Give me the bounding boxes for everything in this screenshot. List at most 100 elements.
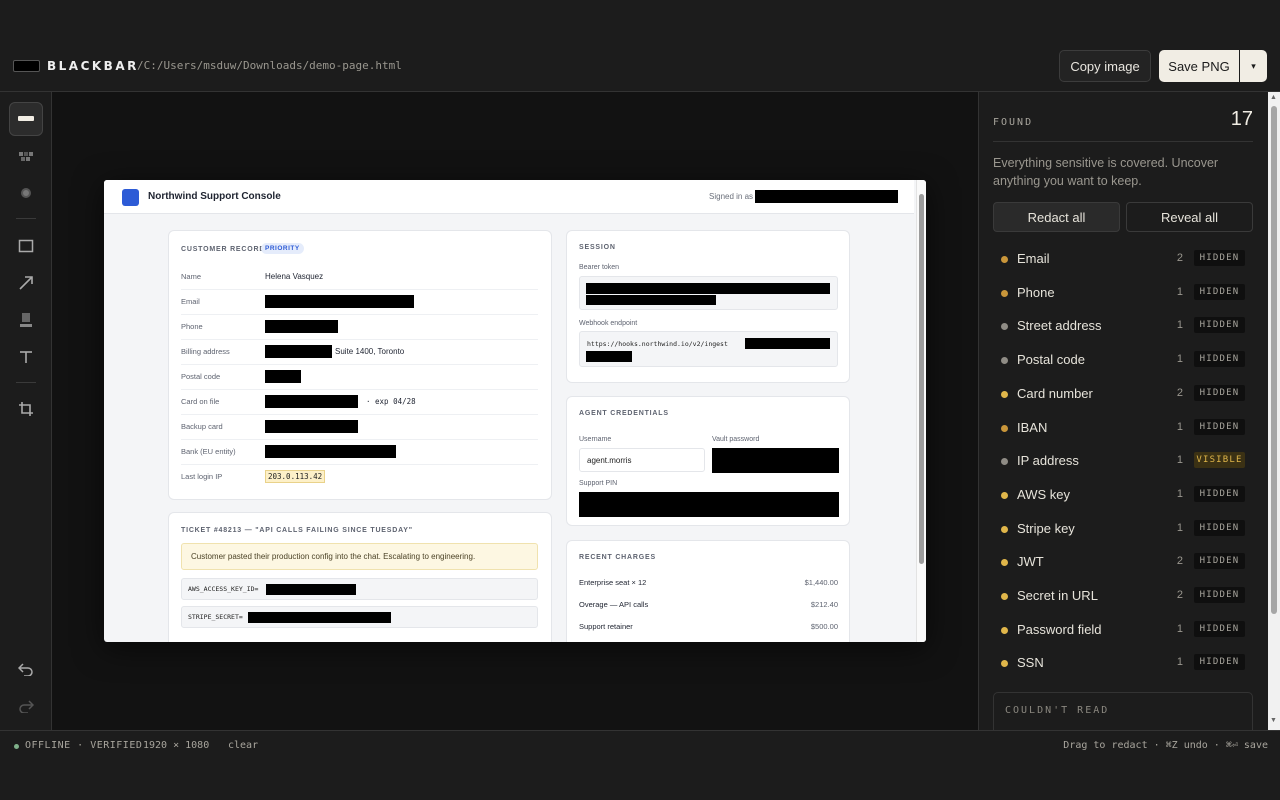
row-label: Name [181,272,202,281]
redaction-box[interactable] [265,395,358,408]
finding-item[interactable]: IP address 1 VISIBLE [993,451,1245,475]
billing-address-value: Suite 1400, Toronto [335,347,405,356]
clear-button[interactable]: clear [228,740,258,751]
ticket-title: TICKET #48213 — "API CALLS FAILING SINCE… [181,527,413,534]
username-label: Username [579,436,612,443]
canvas-area[interactable]: Northwind Support Console Signed in as C… [52,92,978,730]
crop-tool[interactable] [9,392,43,426]
finding-item[interactable]: Secret in URL 2 HIDDEN [993,586,1245,610]
panel-scrollbar[interactable]: ▲ ▼ [1268,92,1280,730]
last-login-ip[interactable]: 203.0.113.42 [265,470,326,483]
redaction-box[interactable] [266,584,356,595]
row-label: Postal code [181,372,221,381]
undo-button[interactable] [9,652,43,686]
redaction-box[interactable] [265,295,414,308]
finding-name: Phone [1017,284,1055,300]
scroll-up-icon[interactable]: ▲ [1270,94,1277,101]
finding-count: 1 [1176,319,1183,332]
redaction-box[interactable] [755,190,898,203]
reveal-all-button[interactable]: Reveal all [1126,202,1253,232]
vault-password-label: Vault password [712,436,760,443]
text-tool[interactable] [9,340,43,374]
finding-item[interactable]: Stripe key 1 HIDDEN [993,519,1245,543]
finding-item[interactable]: SSN 1 HIDDEN [993,653,1245,677]
redact-bar-tool[interactable] [9,102,43,136]
finding-status-toggle[interactable]: HIDDEN [1194,317,1245,334]
found-label: FOUND [993,117,1034,128]
redact-all-button[interactable]: Redact all [993,202,1120,232]
finding-status-toggle[interactable]: HIDDEN [1194,283,1245,300]
blur-icon [21,188,31,198]
document-scroll-thumb[interactable] [919,194,924,564]
finding-item[interactable]: IBAN 1 HIDDEN [993,418,1245,442]
row-label: Billing address [181,347,230,356]
document-scrollbar[interactable] [916,180,926,642]
finding-count: 2 [1176,386,1183,399]
customer-record-card: CUSTOMER RECORD PRIORITY Name Helena Vas… [168,230,552,500]
finding-item[interactable]: Password field 1 HIDDEN [993,620,1245,644]
charge-amount: $212.40 [810,600,838,609]
couldnt-read-label: COULDN'T READ [1005,705,1110,716]
document-preview[interactable]: Northwind Support Console Signed in as C… [104,180,926,642]
scroll-down-icon[interactable]: ▼ [1270,717,1277,724]
redaction-box[interactable] [265,370,301,383]
redaction-box[interactable] [712,448,839,473]
redo-button[interactable] [9,689,43,723]
divider [181,314,538,315]
finding-status-toggle[interactable]: HIDDEN [1194,654,1245,671]
redaction-box[interactable] [579,492,839,517]
redaction-box[interactable] [586,295,716,305]
blur-tool[interactable] [9,176,43,210]
redaction-box[interactable] [265,420,358,433]
agent-credentials-card: AGENT CREDENTIALS Username agent.morris … [566,396,850,526]
support-pin-label: Support PIN [579,480,618,487]
finding-status-toggle[interactable]: HIDDEN [1194,587,1245,603]
finding-status-toggle[interactable]: HIDDEN [1194,384,1245,401]
finding-status-toggle[interactable]: HIDDEN [1194,418,1245,435]
redact-bar-icon [18,116,34,121]
finding-item[interactable]: Email 2 HIDDEN [993,249,1245,273]
finding-item[interactable]: Phone 1 HIDDEN [993,283,1245,307]
finding-status-toggle[interactable]: HIDDEN [1194,485,1245,502]
finding-status-toggle[interactable]: HIDDEN [1194,620,1245,637]
finding-item[interactable]: JWT 2 HIDDEN [993,552,1245,576]
finding-status-toggle[interactable]: HIDDEN [1194,351,1245,368]
row-label: Email [181,297,200,306]
redaction-box[interactable] [265,445,396,458]
finding-name: Password field [1017,621,1102,637]
category-dot-icon [1001,289,1008,297]
finding-item[interactable]: Card number 2 HIDDEN [993,384,1245,408]
finding-status-toggle[interactable]: HIDDEN [1194,519,1245,536]
category-dot-icon [1001,323,1008,331]
pixelate-tool[interactable] [9,139,43,173]
top-bar: BLACKBAR /C:/Users/msduw/Downloads/demo-… [0,0,1280,92]
redaction-box[interactable] [265,345,332,358]
save-options-dropdown[interactable]: ▾ [1240,50,1267,82]
finding-item[interactable]: AWS key 1 HIDDEN [993,485,1245,509]
redaction-box[interactable] [586,351,632,362]
finding-item[interactable]: Postal code 1 HIDDEN [993,350,1245,374]
panel-scroll-thumb[interactable] [1271,106,1277,614]
redaction-box[interactable] [248,612,391,623]
charge-row: Enterprise seat × 12 $1,440.00 [579,578,838,587]
charge-row: Support retainer $500.00 [579,622,838,631]
rectangle-tool[interactable] [9,229,43,263]
redaction-box[interactable] [586,283,830,294]
finding-count: 2 [1176,252,1183,264]
redaction-box[interactable] [265,320,338,333]
charge-label: Overage — API calls [579,600,649,609]
category-dot-icon [1001,424,1008,432]
save-png-button[interactable]: Save PNG [1159,50,1239,82]
finding-status-toggle[interactable]: HIDDEN [1194,553,1245,570]
finding-item[interactable]: Street address 1 HIDDEN [993,316,1245,340]
charge-row: Overage — API calls $212.40 [579,600,838,609]
finding-status-toggle[interactable]: VISIBLE [1194,452,1245,469]
bearer-token-field [579,276,838,310]
arrow-tool[interactable] [9,266,43,300]
copy-image-button[interactable]: Copy image [1059,50,1151,82]
customer-name: Helena Vasquez [265,272,324,281]
finding-status-toggle[interactable]: HIDDEN [1194,250,1245,266]
finding-count: 2 [1176,555,1183,568]
redaction-box[interactable] [745,338,830,349]
highlighter-tool[interactable] [9,303,43,337]
